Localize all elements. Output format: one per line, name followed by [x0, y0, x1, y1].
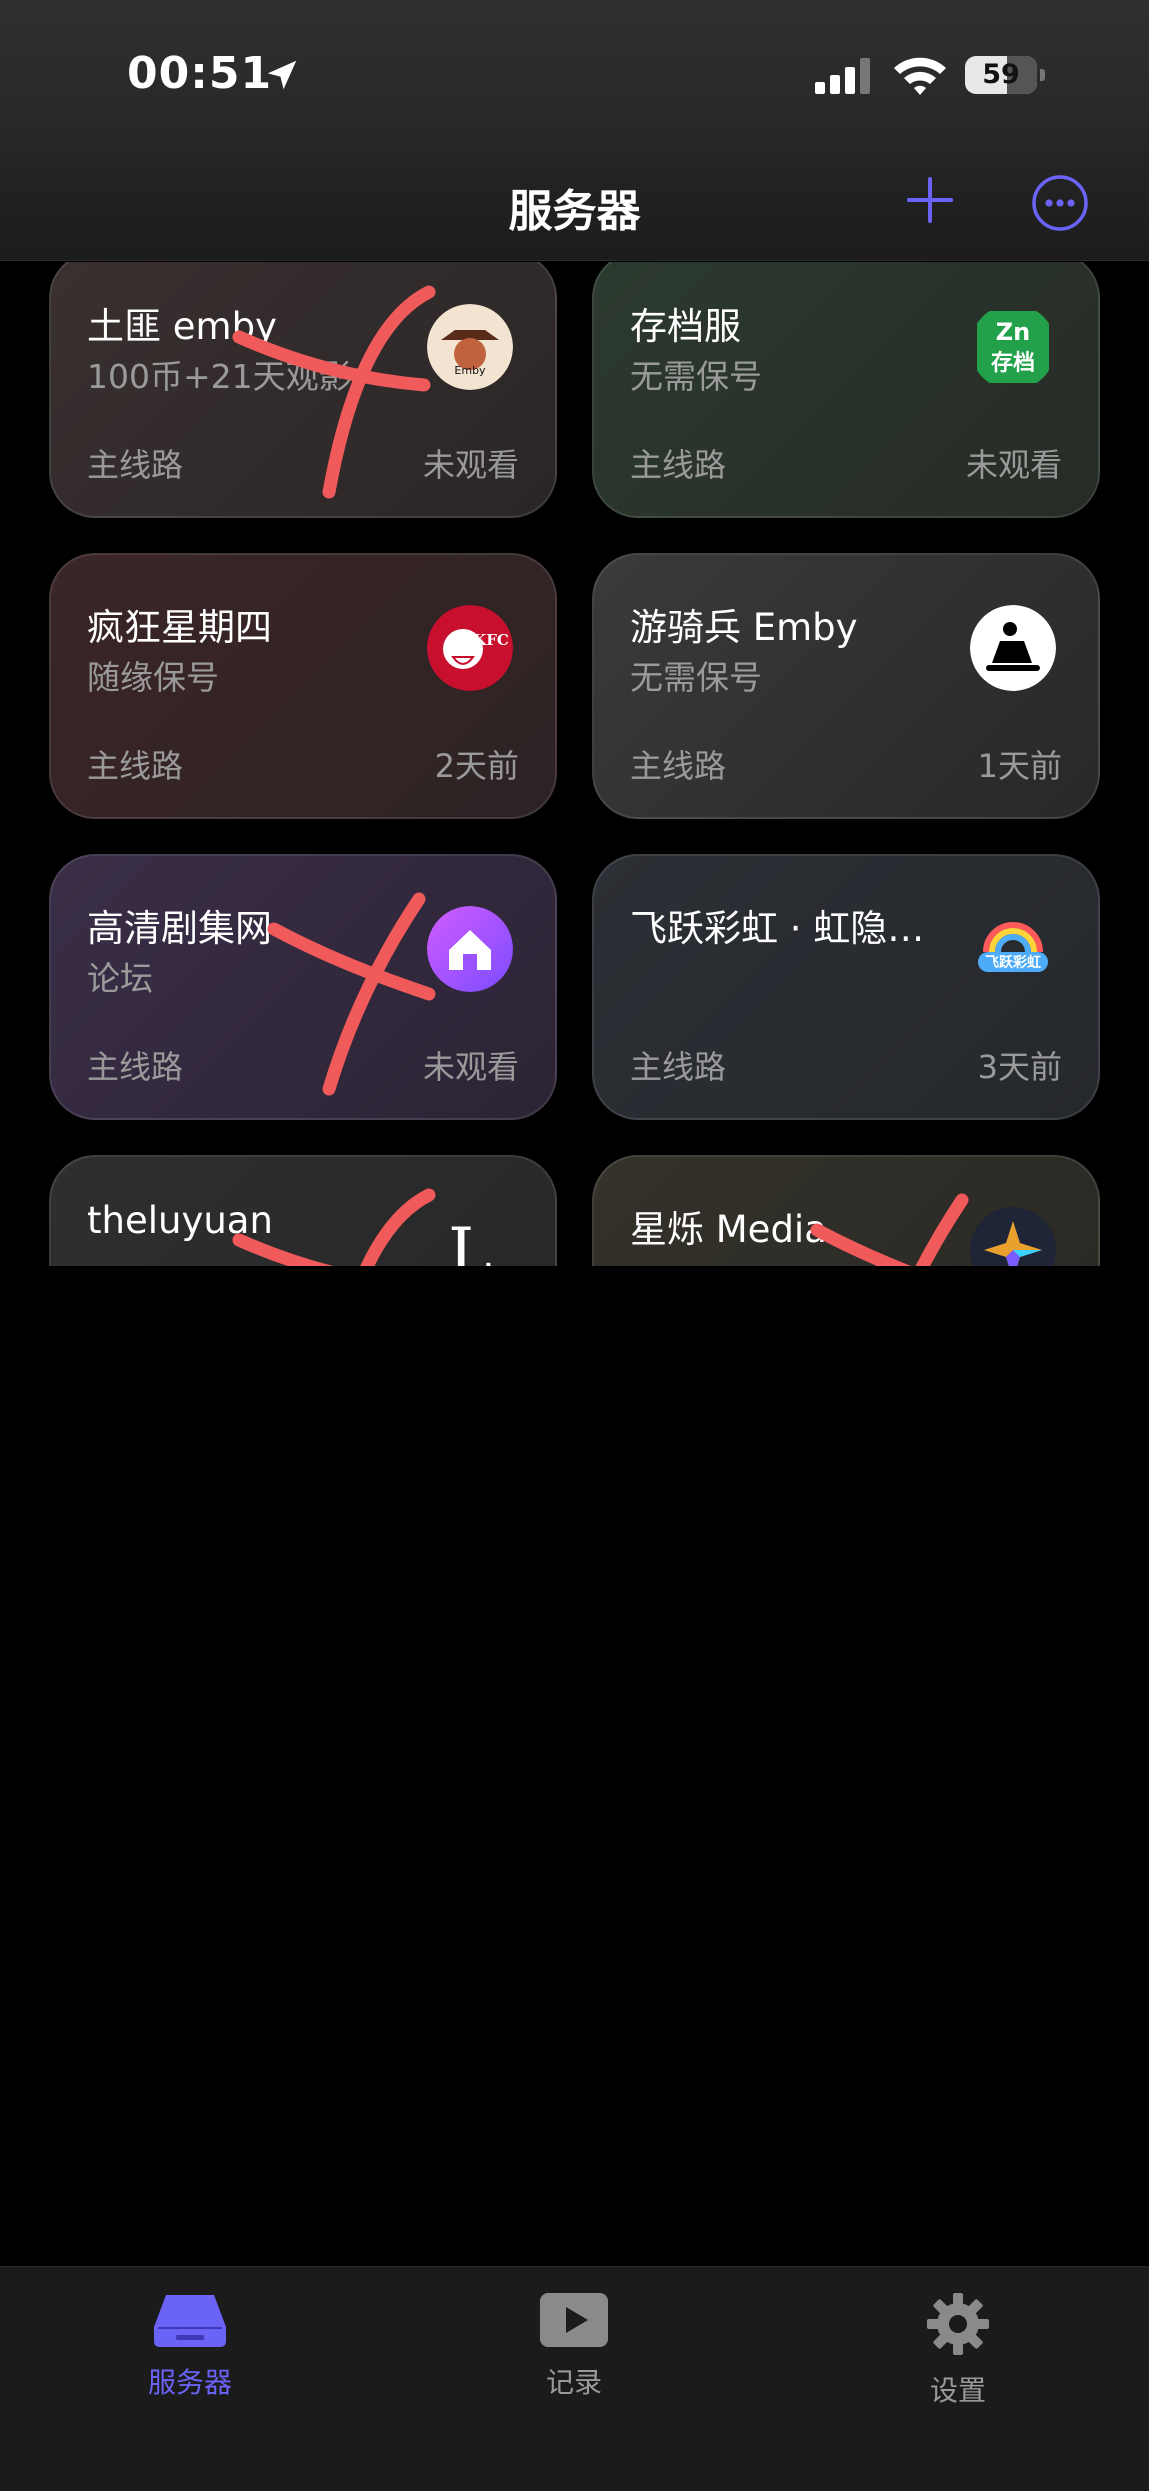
server-card[interactable]: 飞跃彩虹 · 虹隐… 主线路 3天前 飞跃彩虹	[592, 854, 1100, 1120]
server-card[interactable]: 星烁 Media主线路10小时前	[592, 1155, 1100, 1266]
server-name: theluyuan	[87, 1199, 273, 1242]
last-watched: 未观看	[422, 446, 519, 484]
svg-text:KFC: KFC	[473, 631, 509, 649]
server-logo	[427, 906, 513, 992]
server-icon	[154, 2295, 226, 2347]
last-watched: 未观看	[965, 446, 1062, 484]
route-label: 主线路	[630, 1048, 727, 1086]
ellipsis-circle-icon[interactable]	[1030, 173, 1090, 233]
server-logo: KFC	[427, 605, 513, 691]
tab-settings[interactable]: 设置	[858, 2291, 1058, 2409]
server-name: 疯狂星期四	[87, 606, 272, 649]
route-label: 主线路	[87, 747, 184, 785]
route-label: 主线路	[630, 446, 727, 484]
server-card[interactable]: 游骑兵 Emby 无需保号主线路 1天前	[592, 553, 1100, 819]
server-logo: Emby	[427, 304, 513, 390]
server-note: 100币+21天观影	[87, 357, 352, 396]
tab-bar: 服务器 记录 设置	[0, 2266, 1149, 2491]
tab-label-history: 记录	[545, 2366, 602, 2399]
tab-label-settings: 设置	[929, 2374, 986, 2407]
server-name: 土匪 emby	[87, 305, 277, 348]
status-bar: 00:51 59	[0, 0, 1149, 150]
battery-level: 59	[982, 59, 1020, 90]
cellular-signal-icon	[815, 58, 870, 94]
server-card[interactable]: 土匪 emby 100币+21天观影 主线路 未观看 Emby	[49, 262, 557, 518]
play-icon	[540, 2293, 608, 2347]
route-label: 主线路	[87, 1048, 184, 1086]
gear-icon	[927, 2293, 989, 2355]
server-grid: 土匪 emby 100币+21天观影 主线路 未观看 Emby 存档服 无需保号 主线路 未观看…	[0, 262, 1149, 1266]
svg-text:L: L	[448, 1214, 492, 1266]
tab-label-servers: 服务器	[147, 2366, 232, 2399]
server-logo: L	[427, 1207, 513, 1266]
logo-text: Zn 存档	[977, 311, 1049, 383]
server-name: 高清剧集网	[87, 907, 272, 950]
server-note: 论坛	[87, 959, 153, 998]
page-title: 服务器	[508, 186, 641, 237]
wifi-icon	[894, 57, 946, 95]
server-logo	[970, 605, 1056, 691]
server-note: 无需保号	[630, 658, 762, 697]
server-name: 存档服	[630, 305, 741, 348]
tab-servers[interactable]: 服务器	[90, 2291, 290, 2401]
server-name: 星烁 Media	[630, 1208, 827, 1251]
battery-icon: 59	[965, 56, 1045, 94]
server-card[interactable]: 高清剧集网论坛主线路 未观看	[49, 854, 557, 1120]
server-note: 无需保号	[630, 357, 762, 396]
route-label: 主线路	[630, 747, 727, 785]
last-watched: 未观看	[422, 1048, 519, 1086]
last-watched: 1天前	[977, 747, 1062, 785]
server-card[interactable]: 疯狂星期四随缘保号主线路 2天前 KFC	[49, 553, 557, 819]
plus-icon[interactable]	[905, 175, 955, 225]
tab-history[interactable]: 记录	[474, 2291, 674, 2401]
svg-text:Emby: Emby	[454, 364, 486, 377]
server-logo: Zn 存档	[970, 304, 1056, 390]
server-card[interactable]: 存档服无需保号主线路 未观看 Zn 存档	[592, 262, 1100, 518]
svg-text:飞跃彩虹: 飞跃彩虹	[985, 954, 1041, 971]
server-note: 随缘保号	[87, 658, 219, 697]
location-arrow-icon	[267, 60, 297, 90]
server-card[interactable]: theluyuan主线路未观看L	[49, 1155, 557, 1266]
server-name: 游骑兵 Emby	[630, 606, 858, 649]
server-logo	[970, 1207, 1056, 1266]
server-logo: 飞跃彩虹	[970, 906, 1056, 992]
status-time: 00:51	[127, 48, 273, 99]
last-watched: 2天前	[434, 747, 519, 785]
last-watched: 3天前	[977, 1048, 1062, 1086]
server-name: 飞跃彩虹 · 虹隐…	[630, 907, 925, 950]
route-label: 主线路	[87, 446, 184, 484]
